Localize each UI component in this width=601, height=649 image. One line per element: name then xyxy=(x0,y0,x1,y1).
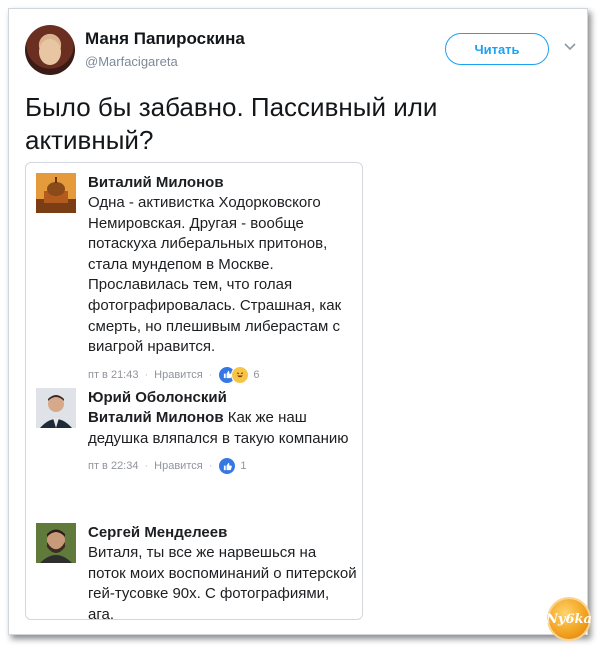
separator-dot: · xyxy=(144,460,149,473)
comment-time[interactable]: пт в 22:34 xyxy=(88,460,138,472)
comment-avatar xyxy=(36,388,76,428)
separator-dot: · xyxy=(144,368,149,381)
comment-author[interactable]: Виталий Милонов xyxy=(88,173,358,193)
separator-dot: · xyxy=(208,460,213,473)
watermark-logo: Ny6ka xyxy=(546,599,592,639)
like-icon xyxy=(218,457,237,476)
reactions[interactable]: 1 xyxy=(218,457,247,476)
author-avatar[interactable] xyxy=(25,25,75,75)
tweet-card: Маня Папироскина @Marfacigareta Читать Б… xyxy=(8,8,592,639)
comment-text: Виталий Милонов Как же наш дедушка вляпа… xyxy=(88,408,358,449)
mention[interactable]: Виталий Милонов xyxy=(88,409,224,426)
comment-avatar xyxy=(36,173,76,213)
reactions[interactable]: 6 xyxy=(218,365,260,384)
like-link[interactable]: Нравится xyxy=(154,460,203,472)
comment-avatar xyxy=(36,523,76,563)
author-name[interactable]: Маня Папироскина xyxy=(85,29,245,49)
haha-icon xyxy=(231,365,250,384)
follow-button[interactable]: Читать xyxy=(445,33,549,65)
comment-meta: пт в 22:34 · Нравится · 1 xyxy=(88,457,358,476)
like-link[interactable]: Нравится xyxy=(154,369,203,381)
comment-text: Виталя, ты все же нарвешься на поток мои… xyxy=(88,544,357,623)
comment-author[interactable]: Сергей Менделеев xyxy=(88,523,358,543)
comment-time[interactable]: пт в 21:43 xyxy=(88,369,138,381)
author-handle[interactable]: @Marfacigareta xyxy=(85,54,178,69)
separator-dot: · xyxy=(208,368,213,381)
comment-author[interactable]: Юрий Оболонский xyxy=(88,388,358,408)
reaction-count: 6 xyxy=(253,368,260,381)
chevron-down-icon[interactable] xyxy=(563,39,577,53)
comment-text: Одна - активистка Ходорковского Немировс… xyxy=(88,194,342,356)
reaction-count: 1 xyxy=(240,460,247,473)
watermark-logo-text: Ny6ka xyxy=(546,611,592,627)
comment-meta: пт в 21:43 · Нравится · 6 xyxy=(88,365,358,384)
embedded-comments-screenshot: Виталий Милонов Одна - активистка Ходорк… xyxy=(25,162,363,623)
tweet-text: Было бы забавно. Пассивный или активный? xyxy=(25,92,438,155)
